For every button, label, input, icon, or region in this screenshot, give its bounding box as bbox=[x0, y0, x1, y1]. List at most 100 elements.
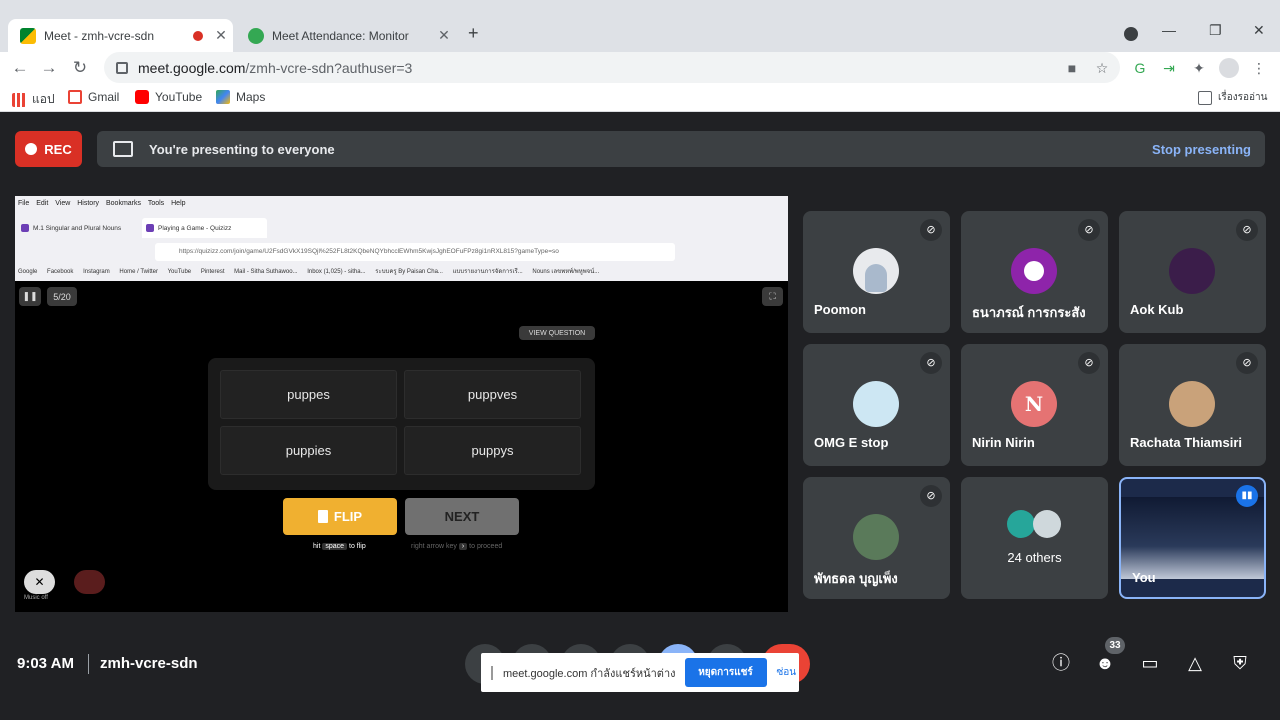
stop-sharing-button[interactable]: หยุดการแชร์ bbox=[684, 658, 767, 687]
divider bbox=[88, 654, 89, 674]
answer-option: puppys bbox=[404, 426, 581, 475]
menu-item: View bbox=[55, 200, 71, 207]
zoom-icon bbox=[74, 570, 105, 594]
bookmark-youtube[interactable]: YouTube bbox=[135, 90, 202, 104]
shared-bookmark: แบบรายงานการจัดการเรี... bbox=[452, 269, 523, 275]
participant-name: พัทธดล บุญเพ็ง bbox=[814, 571, 898, 586]
answer-grid: puppes puppves puppies puppys bbox=[208, 358, 595, 490]
others-tile[interactable]: 24 others bbox=[961, 477, 1108, 599]
camera-icon[interactable]: ■ bbox=[1062, 58, 1082, 78]
bookmark-gmail[interactable]: Gmail bbox=[68, 90, 119, 104]
present-screen-icon bbox=[113, 141, 133, 157]
participant-name: You bbox=[1132, 570, 1156, 585]
close-tab-icon[interactable]: ✕ bbox=[432, 27, 456, 44]
google-meet-icon bbox=[20, 27, 36, 44]
bookmark-apps[interactable]: แอป bbox=[12, 90, 55, 109]
activities-icon[interactable]: △ bbox=[1183, 651, 1207, 675]
shared-bookmark: Home / Twitter bbox=[119, 269, 158, 275]
participant-tile[interactable]: ⊘ OMG E stop bbox=[803, 344, 950, 466]
participant-tile[interactable]: ⊘ Poomon bbox=[803, 211, 950, 333]
shared-tab-active: Playing a Game - Quizizz bbox=[142, 218, 267, 238]
minimize-icon[interactable]: — bbox=[1162, 22, 1176, 38]
bookmark-label: แอป bbox=[32, 92, 55, 106]
drag-handle-icon[interactable] bbox=[491, 665, 493, 680]
meeting-details-icon[interactable]: ⓘ bbox=[1049, 651, 1073, 675]
participant-tile[interactable]: ⊘ พัทธดล บุญเพ็ง bbox=[803, 477, 950, 599]
participant-name: OMG E stop bbox=[814, 435, 889, 450]
tab-meet[interactable]: Meet - zmh-vcre-sdn ✕ bbox=[8, 19, 233, 52]
stop-presenting-button[interactable]: Stop presenting bbox=[1152, 142, 1251, 157]
host-controls-icon[interactable]: ⛨ bbox=[1228, 651, 1252, 675]
address-bar[interactable]: meet.google.com/zmh-vcre-sdn?authuser=3 bbox=[104, 52, 1120, 83]
tab-attendance[interactable]: Meet Attendance: Monitor ✕ bbox=[236, 19, 456, 52]
back-icon[interactable]: ← bbox=[8, 56, 32, 80]
extension-g-icon[interactable]: G bbox=[1130, 58, 1150, 78]
shared-url-bar: https://quizizz.com/join/game/U2FsdGVkX1… bbox=[155, 243, 675, 261]
reading-list[interactable]: เรื่องรออ่าน bbox=[1198, 90, 1268, 105]
hide-notice-button[interactable]: ซ่อน bbox=[777, 665, 797, 680]
next-hint: right arrow key › to proceed bbox=[411, 543, 503, 550]
avatar bbox=[1169, 248, 1215, 294]
reload-icon[interactable]: ↻ bbox=[68, 56, 92, 80]
quizizz-icon bbox=[21, 224, 29, 232]
fullscreen-icon: ⛶ bbox=[762, 287, 783, 306]
youtube-icon bbox=[135, 90, 149, 104]
tab-search-icon[interactable] bbox=[1124, 27, 1138, 41]
answer-option: puppes bbox=[220, 370, 397, 419]
people-icon[interactable]: ☻ bbox=[1093, 651, 1117, 675]
new-tab-icon[interactable]: + bbox=[468, 23, 479, 44]
chat-icon[interactable]: ▭ bbox=[1138, 651, 1162, 675]
avatar bbox=[1169, 381, 1215, 427]
close-window-icon[interactable]: ✕ bbox=[1253, 22, 1265, 39]
bookmark-maps[interactable]: Maps bbox=[216, 90, 265, 104]
self-video bbox=[1121, 497, 1264, 579]
shared-bookmark: Nouns เลขพหพ์/พหูพจน์... bbox=[532, 269, 600, 275]
view-question-button: VIEW QUESTION bbox=[519, 326, 595, 340]
profile-avatar-icon[interactable] bbox=[1219, 58, 1239, 78]
menu-item: File bbox=[18, 200, 30, 207]
forward-icon[interactable]: → bbox=[37, 56, 61, 80]
shared-bookmark: Pinterest bbox=[200, 269, 225, 275]
participant-tile[interactable]: ⊘ N Nirin Nirin bbox=[961, 344, 1108, 466]
shared-screen: File Edit View History Bookmarks Tools H… bbox=[15, 196, 788, 612]
meeting-code: zmh-vcre-sdn bbox=[100, 655, 198, 672]
participant-tile[interactable]: ⊘ ธนาภรณ์ การกระสัง bbox=[961, 211, 1108, 333]
participant-name: ธนาภรณ์ การกระสัง bbox=[972, 305, 1086, 320]
self-tile[interactable]: ▮▮ You bbox=[1119, 477, 1266, 599]
person-icon bbox=[1024, 261, 1044, 281]
others-count: 24 others bbox=[1007, 550, 1062, 565]
tab-title: Meet - zmh-vcre-sdn bbox=[44, 28, 155, 43]
shared-menu-bar: File Edit View History Bookmarks Tools H… bbox=[18, 200, 191, 207]
next-button: NEXT bbox=[405, 498, 519, 535]
screen-share-notice: meet.google.com กำลังแชร์หน้าต่าง หยุดกา… bbox=[481, 653, 799, 692]
answer-option: puppies bbox=[220, 426, 397, 475]
person-silhouette-icon bbox=[865, 264, 887, 292]
shared-bookmark: Inbox (1,025) - sitha... bbox=[307, 269, 366, 275]
shared-bookmarks: Google Facebook Instagram Home / Twitter… bbox=[18, 266, 607, 276]
share-notice-text: meet.google.com กำลังแชร์หน้าต่าง bbox=[503, 667, 676, 680]
participant-count-badge: 33 bbox=[1105, 637, 1125, 654]
extension-arrow-icon[interactable]: ⇥ bbox=[1159, 58, 1179, 78]
recording-button[interactable]: REC bbox=[15, 131, 82, 167]
participant-tile[interactable]: ⊘ Aok Kub bbox=[1119, 211, 1266, 333]
menu-item: Bookmarks bbox=[105, 200, 141, 207]
participant-tile[interactable]: ⊘ Rachata Thiamsiri bbox=[1119, 344, 1266, 466]
menu-item: Tools bbox=[147, 200, 165, 207]
avatar bbox=[1007, 510, 1035, 538]
shared-bookmark: ระบบครู By Paisan Cha... bbox=[375, 269, 443, 275]
bookmark-star-icon[interactable]: ☆ bbox=[1092, 58, 1112, 78]
shared-tab-title: Playing a Game - Quizizz bbox=[158, 224, 232, 232]
menu-kebab-icon[interactable]: ⋮ bbox=[1249, 58, 1269, 78]
participant-name: Rachata Thiamsiri bbox=[1130, 435, 1242, 450]
bookmarks-bar: แอป Gmail YouTube Maps เรื่องรออ่าน bbox=[0, 84, 1280, 112]
restore-icon[interactable]: ❐ bbox=[1209, 22, 1222, 39]
shared-tab-title: M.1 Singular and Plural Nouns bbox=[33, 224, 122, 232]
close-tab-icon[interactable]: ✕ bbox=[209, 27, 233, 44]
record-dot-icon bbox=[25, 143, 38, 155]
quiz-progress: 5/20 bbox=[47, 287, 77, 306]
extensions-puzzle-icon[interactable]: ✦ bbox=[1189, 58, 1209, 78]
mic-off-icon: ⊘ bbox=[1236, 352, 1258, 374]
gmail-icon bbox=[68, 90, 82, 104]
tab-title: Meet Attendance: Monitor bbox=[272, 28, 409, 43]
shared-bookmark: Mail - Sitha Suthawoo... bbox=[234, 269, 298, 275]
